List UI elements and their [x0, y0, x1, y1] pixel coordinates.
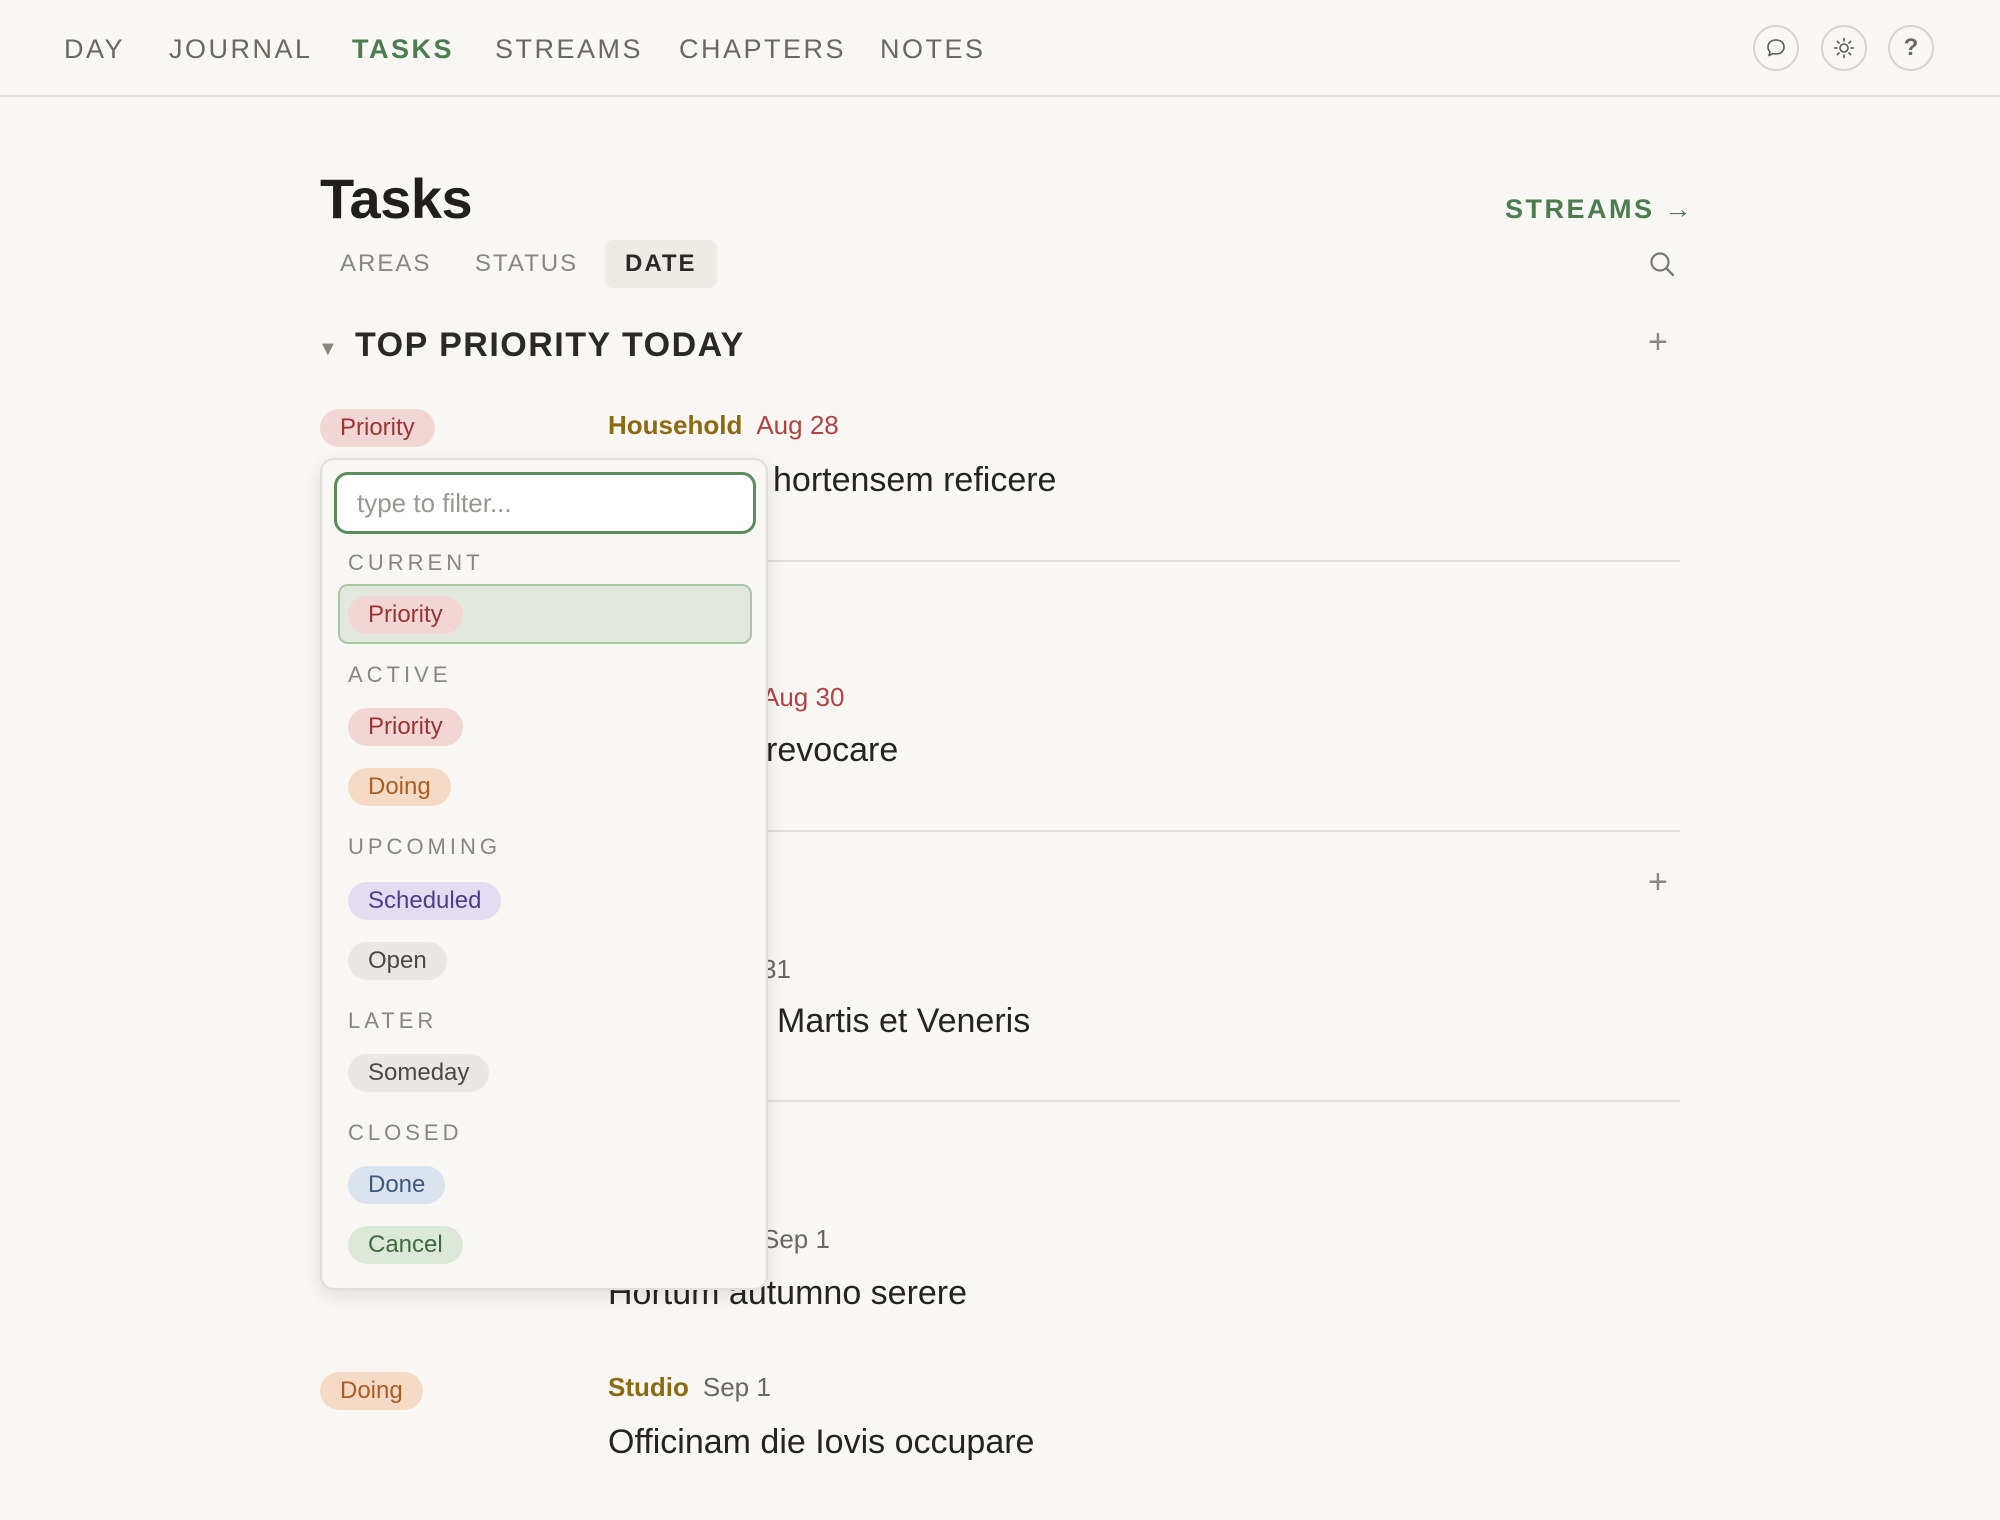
- option-done[interactable]: Done: [348, 1166, 446, 1204]
- search-button[interactable]: [1648, 250, 1676, 283]
- nav-day[interactable]: DAY: [64, 34, 125, 65]
- status-badge: Priority: [348, 708, 463, 746]
- option-someday[interactable]: Someday: [348, 1054, 490, 1092]
- status-badge: Done: [348, 1166, 446, 1204]
- page-title: Tasks: [320, 167, 473, 230]
- tab-areas[interactable]: AREAS: [320, 240, 451, 288]
- nav-chapters[interactable]: CHAPTERS: [679, 34, 846, 65]
- option-priority[interactable]: Priority: [348, 708, 463, 746]
- section-title: TOP PRIORITY TODAY: [355, 326, 745, 364]
- collapse-caret-icon[interactable]: ▼: [318, 338, 338, 361]
- group-label-upcoming: UPCOMING: [348, 834, 501, 859]
- group-label-closed: CLOSED: [348, 1120, 463, 1145]
- status-badge: Priority: [348, 596, 463, 634]
- add-task-button[interactable]: +: [1648, 325, 1668, 359]
- streams-link[interactable]: STREAMS →: [1505, 194, 1694, 225]
- group-label-current: CURRENT: [348, 550, 484, 575]
- search-icon: [1650, 252, 1675, 277]
- tab-date[interactable]: DATE: [605, 240, 717, 288]
- task-title[interactable]: hortensem reficere: [773, 461, 1056, 500]
- nav-tasks[interactable]: TASKS: [352, 34, 454, 65]
- filter-input[interactable]: [334, 472, 756, 534]
- help-button[interactable]: ?: [1888, 25, 1934, 71]
- task-status-pill[interactable]: Priority: [320, 409, 435, 447]
- task-date[interactable]: Aug 28: [756, 410, 838, 440]
- task-date: Aug 30: [762, 682, 845, 712]
- status-badge: Open: [348, 942, 447, 980]
- option-open[interactable]: Open: [348, 942, 447, 980]
- tab-status[interactable]: STATUS: [455, 240, 598, 288]
- status-dropdown: CURRENT Priority ACTIVE Priority Doing U…: [320, 458, 768, 1290]
- chat-icon: [1767, 39, 1785, 57]
- add-task-button[interactable]: +: [1648, 865, 1668, 899]
- status-badge: Priority: [320, 409, 435, 447]
- task-area[interactable]: Studio: [608, 1372, 689, 1402]
- status-badge: Doing: [320, 1372, 423, 1410]
- nav-streams[interactable]: STREAMS: [495, 34, 643, 65]
- group-label-later: LATER: [348, 1008, 438, 1033]
- help-icon: ?: [1903, 34, 1919, 61]
- task-date[interactable]: Sep 1: [703, 1372, 771, 1402]
- theme-button[interactable]: [1821, 25, 1867, 71]
- status-badge: Cancel: [348, 1226, 463, 1264]
- chat-button[interactable]: [1753, 25, 1799, 71]
- top-nav: DAY JOURNAL TASKS STREAMS CHAPTERS NOTES…: [0, 0, 2000, 97]
- task-status-pill[interactable]: Doing: [320, 1372, 423, 1410]
- task-meta: Household Aug 28: [608, 410, 839, 441]
- sun-icon: [1833, 37, 1855, 59]
- task-title[interactable]: Officinam die Iovis occupare: [608, 1423, 1034, 1462]
- task-title[interactable]: Martis et Veneris: [777, 1002, 1030, 1041]
- status-badge: Doing: [348, 768, 451, 806]
- task-title[interactable]: revocare: [766, 731, 898, 770]
- status-badge: Someday: [348, 1054, 490, 1092]
- group-label-active: ACTIVE: [348, 662, 452, 687]
- nav-notes[interactable]: NOTES: [880, 34, 986, 65]
- task-date: Sep 1: [762, 1224, 830, 1254]
- status-badge: Scheduled: [348, 882, 502, 920]
- option-doing[interactable]: Doing: [348, 768, 451, 806]
- option-cancel[interactable]: Cancel: [348, 1226, 463, 1264]
- task-area[interactable]: Household: [608, 410, 742, 440]
- nav-journal[interactable]: JOURNAL: [169, 34, 313, 65]
- option-priority-current[interactable]: Priority: [348, 596, 463, 634]
- task-meta: Studio Sep 1: [608, 1372, 771, 1403]
- option-scheduled[interactable]: Scheduled: [348, 882, 502, 920]
